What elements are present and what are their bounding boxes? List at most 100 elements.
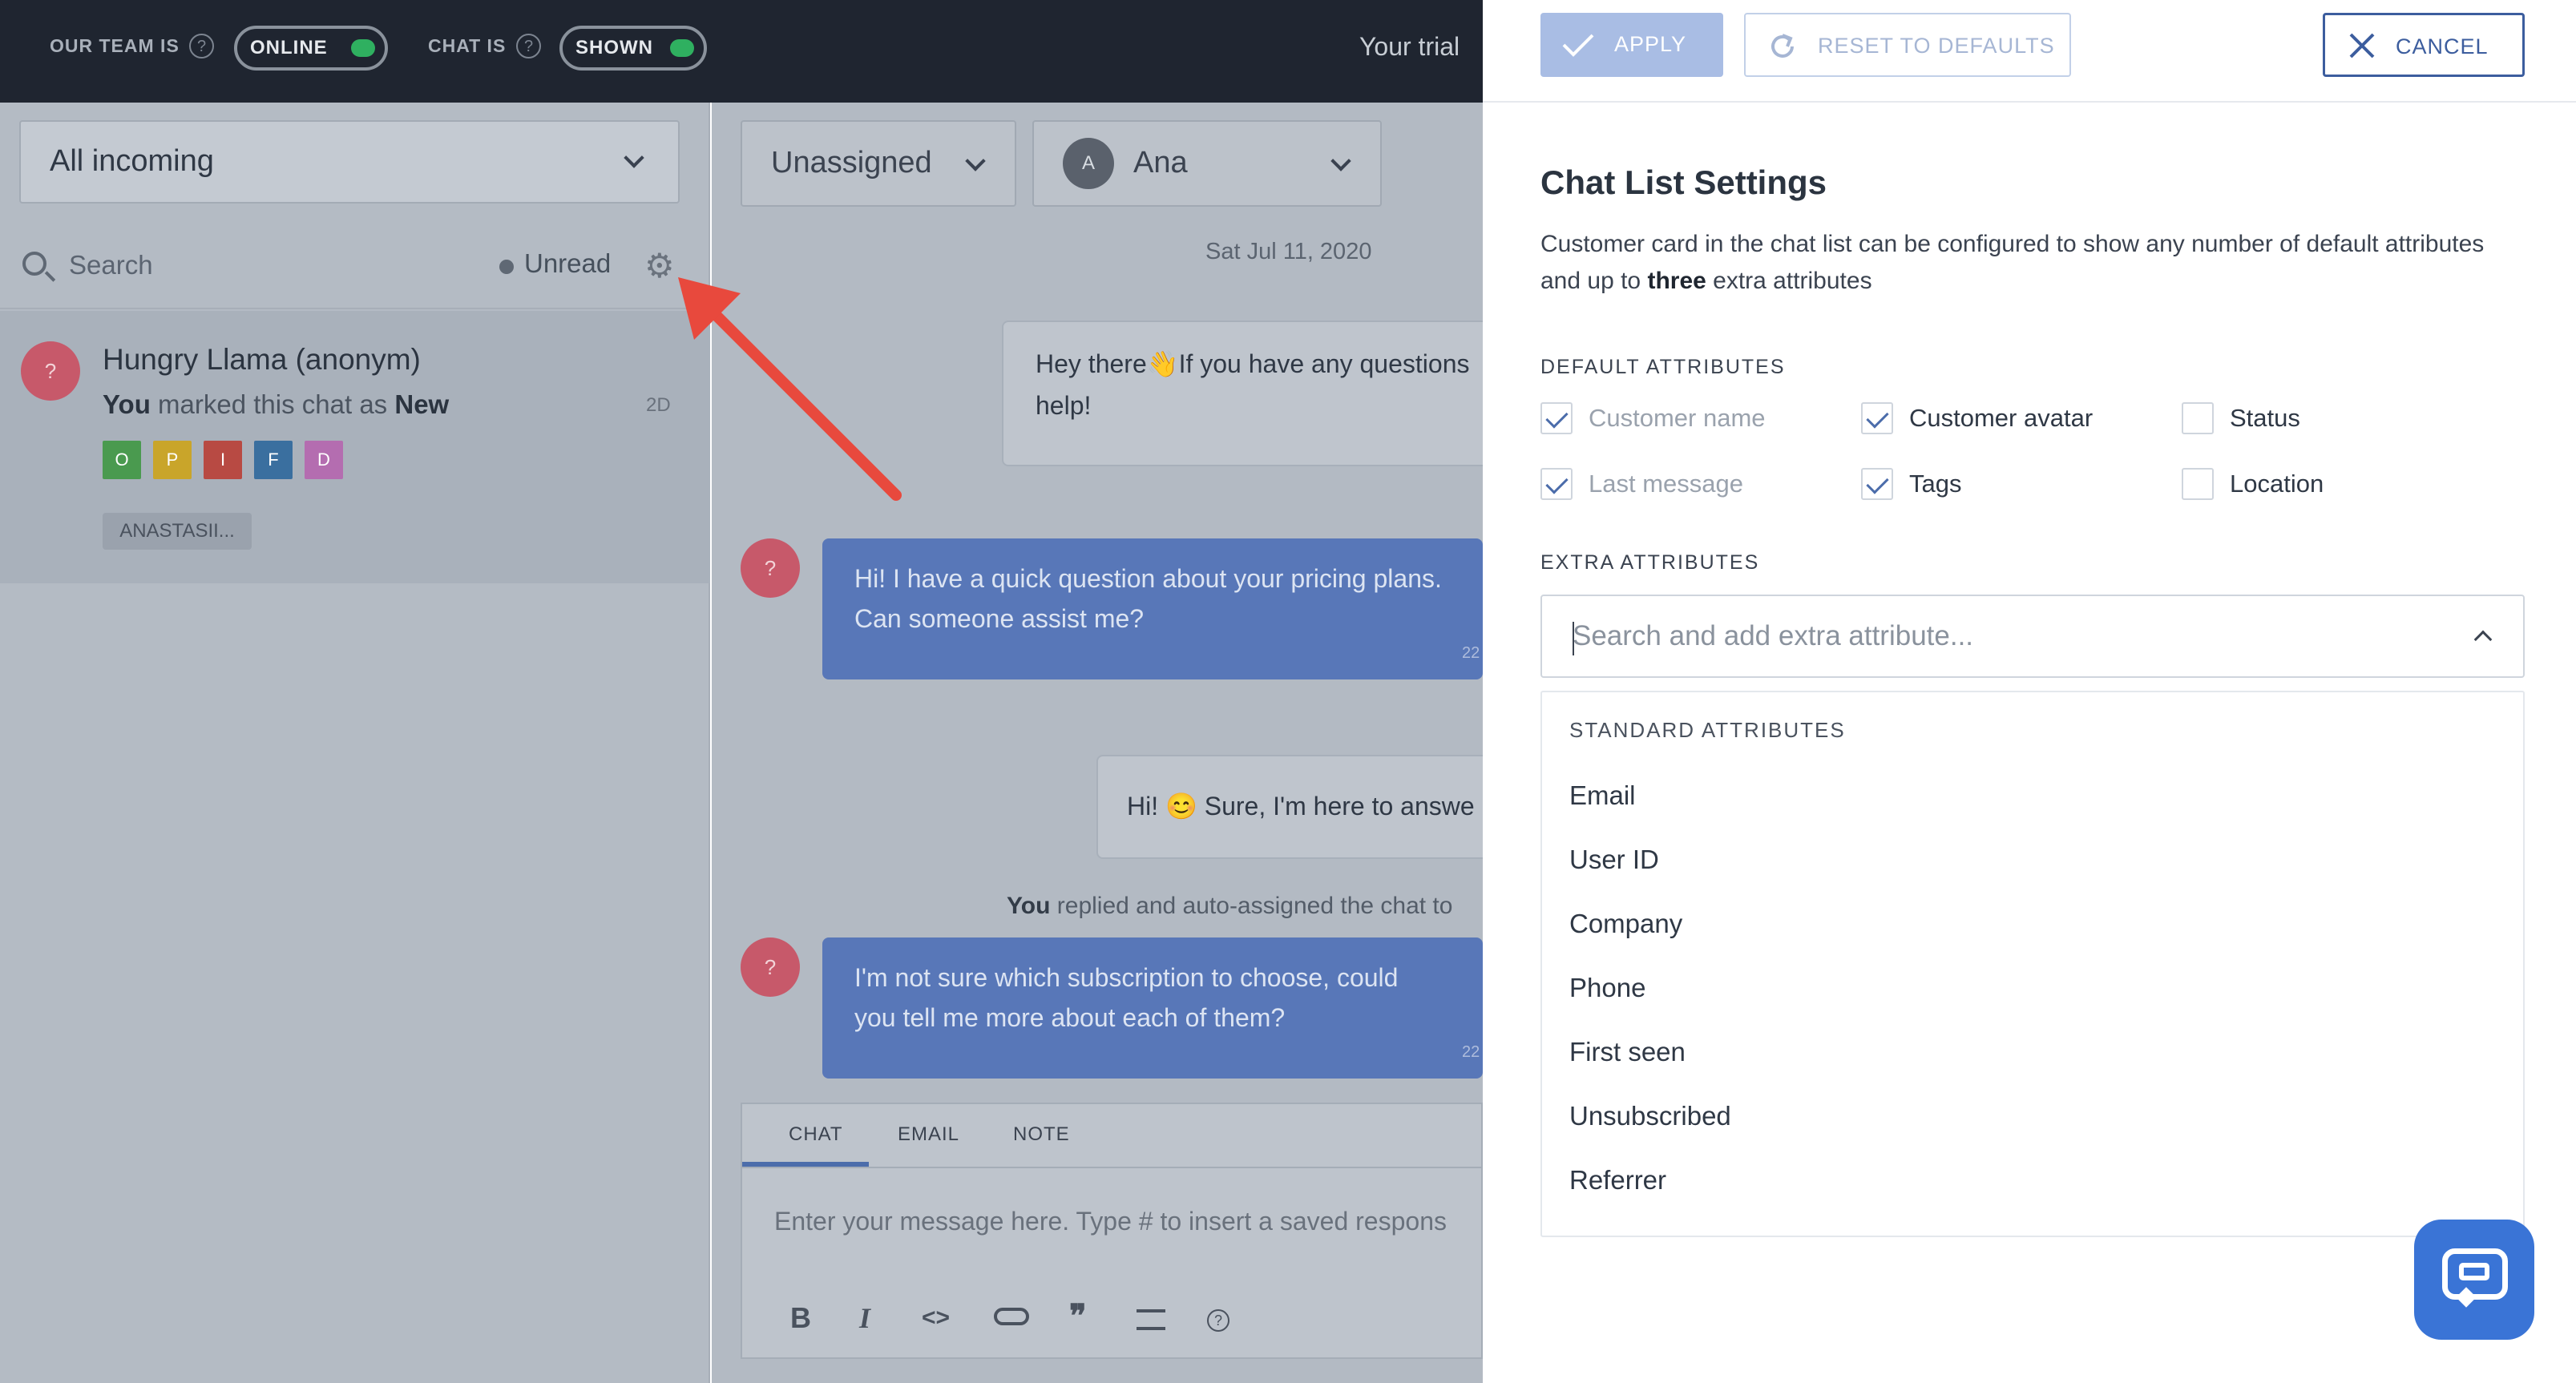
menu-item-company[interactable]: Company (1569, 909, 1682, 939)
menu-item-referrer[interactable]: Referrer (1569, 1165, 1666, 1196)
reset-icon (1771, 34, 1794, 58)
quote-icon[interactable]: ❞ (1069, 1298, 1087, 1335)
unread-filter-toggle[interactable]: Unread (524, 248, 611, 279)
italic-icon[interactable]: I (859, 1301, 870, 1335)
message-time: 22 (1462, 1043, 1480, 1061)
location-checkbox[interactable] (2182, 468, 2214, 500)
message-text: Hey there👋If you have any questions (1036, 349, 1470, 378)
tags-label: Tags (1909, 470, 1962, 498)
trial-notice: Your trial (1359, 32, 1460, 61)
top-bar (0, 0, 1483, 103)
message-text: Can someone assist me? (854, 604, 1145, 633)
annotation-arrow (678, 277, 902, 501)
extra-attribute-placeholder: Search and add extra attribute... (1573, 620, 1974, 651)
shown-indicator (670, 39, 694, 57)
unread-dot-icon (499, 260, 514, 274)
customer-name-checkbox[interactable] (1540, 402, 1573, 434)
tag-f: F (254, 441, 293, 479)
standard-attributes-heading: STANDARD ATTRIBUTES (1569, 718, 1846, 742)
composer-help-icon[interactable]: ? (1207, 1309, 1229, 1332)
default-attributes-heading: DEFAULT ATTRIBUTES (1540, 356, 1786, 378)
menu-item-first-seen[interactable]: First seen (1569, 1037, 1686, 1067)
assignee-value: Unassigned (771, 146, 932, 179)
team-status-label: OUR TEAM IS (50, 35, 180, 56)
assignee-dropdown[interactable]: Unassigned (741, 120, 1016, 207)
online-indicator (351, 39, 375, 57)
agent-value: Ana (1133, 146, 1188, 179)
assigned-agent-chip: ANASTASII... (103, 513, 252, 550)
customer-message: Hi! I have a quick question about your p… (822, 538, 1483, 679)
align-icon[interactable] (1137, 1309, 1165, 1330)
chat-shown-toggle[interactable]: SHOWN (559, 26, 707, 71)
tag-p: P (153, 441, 192, 479)
message-input[interactable]: Enter your message here. Type # to inser… (774, 1207, 1447, 1236)
composer-tabs-divider (741, 1167, 1483, 1168)
tab-note[interactable]: NOTE (1013, 1123, 1070, 1146)
message-text: I'm not sure which subscription to choos… (854, 963, 1399, 992)
customer-avatar-checkbox[interactable] (1861, 402, 1893, 434)
last-message-label: Last message (1589, 470, 1743, 498)
status-checkbox[interactable] (2182, 402, 2214, 434)
reset-label: RESET TO DEFAULTS (1818, 34, 2055, 58)
search-icon (22, 252, 46, 276)
last-message-checkbox[interactable] (1540, 468, 1573, 500)
tag-i: I (204, 441, 242, 479)
cancel-button[interactable]: CANCEL (2323, 13, 2525, 77)
chat-visibility-label: CHAT IS (428, 35, 507, 56)
check-icon (1562, 34, 1594, 57)
date-separator: Sat Jul 11, 2020 (1205, 239, 1372, 264)
menu-item-email[interactable]: Email (1569, 780, 1636, 811)
team-online-toggle[interactable]: ONLINE (234, 26, 388, 71)
close-icon (2349, 33, 2375, 58)
chat-time: 2D (646, 394, 671, 416)
menu-item-user-id[interactable]: User ID (1569, 845, 1659, 875)
tags-checkbox[interactable] (1861, 468, 1893, 500)
customer-name: Hungry Llama (anonym) (103, 343, 421, 376)
chat-bubble-inner (2459, 1263, 2489, 1280)
status-value: New (394, 389, 450, 419)
message-time: 22 (1462, 644, 1480, 662)
panel-divider (1483, 101, 2576, 103)
inbox-filter-dropdown[interactable]: All incoming (19, 120, 680, 204)
message-text: help! (1036, 391, 1092, 420)
apply-label: APPLY (1614, 32, 1687, 56)
message-text: you tell me more about each of them? (854, 1003, 1286, 1032)
customer-avatar-label: Customer avatar (1909, 404, 2094, 432)
chat-shown-label: SHOWN (575, 37, 653, 58)
event-actor: You (1007, 893, 1051, 919)
panel-title: Chat List Settings (1540, 163, 1827, 201)
code-icon[interactable]: <> (922, 1304, 950, 1332)
text-caret (1573, 622, 1574, 655)
system-event: You replied and auto-assigned the chat t… (1007, 893, 1452, 920)
team-online-label: ONLINE (250, 37, 328, 58)
chevron-down-icon (965, 151, 986, 171)
event-text: replied and auto-assigned the chat to (1050, 893, 1453, 919)
tag-o: O (103, 441, 141, 479)
bold-icon[interactable]: B (790, 1301, 811, 1335)
tab-email[interactable]: EMAIL (898, 1123, 959, 1146)
status-middle: marked this chat as (150, 389, 395, 419)
customer-message: I'm not sure which subscription to choos… (822, 937, 1483, 1079)
chevron-down-icon (1330, 151, 1351, 171)
status-actor: You (103, 389, 151, 419)
chevron-down-icon (624, 147, 644, 168)
inbox-filter-value: All incoming (50, 144, 214, 178)
agent-avatar: A (1063, 138, 1114, 189)
customer-name-label: Customer name (1589, 404, 1766, 432)
gear-icon[interactable]: ⚙ (644, 249, 675, 283)
cancel-label: CANCEL (2396, 34, 2489, 58)
tab-chat[interactable]: CHAT (789, 1123, 843, 1146)
agent-message: Hey there👋If you have any questions help… (1002, 321, 1499, 466)
active-tab-indicator (742, 1162, 869, 1167)
apply-button[interactable]: APPLY (1540, 13, 1723, 77)
tag-d: D (305, 441, 343, 479)
link-icon[interactable] (994, 1308, 1029, 1325)
menu-item-unsubscribed[interactable]: Unsubscribed (1569, 1101, 1731, 1131)
reset-defaults-button[interactable]: RESET TO DEFAULTS (1744, 13, 2071, 77)
team-help-icon[interactable]: ? (189, 34, 214, 58)
message-text: Hi! I have a quick question about your p… (854, 564, 1442, 593)
menu-item-phone[interactable]: Phone (1569, 973, 1645, 1003)
chat-search-input[interactable]: Search (69, 250, 153, 280)
chat-help-icon[interactable]: ? (516, 34, 541, 58)
location-label: Location (2230, 470, 2324, 498)
